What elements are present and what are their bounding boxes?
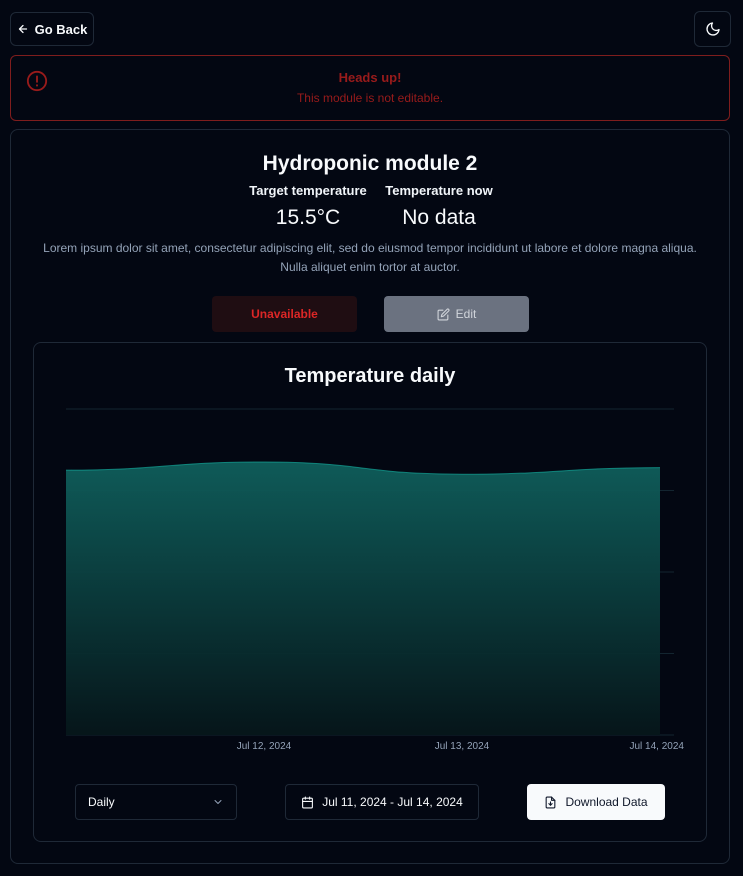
edit-label: Edit xyxy=(455,307,477,321)
range-select[interactable]: Daily xyxy=(75,784,237,820)
go-back-label: Go Back xyxy=(34,21,88,37)
x-tick-label: Jul 12, 2024 xyxy=(237,741,292,752)
edit-icon xyxy=(437,307,450,320)
current-temperature-value: No data xyxy=(402,206,476,229)
arrow-left-icon xyxy=(18,24,27,34)
temperature-chart: Jul 12, 2024 Jul 13, 2024 Jul 14, 2024 xyxy=(65,408,685,752)
date-range-value: Jul 11, 2024 - Jul 14, 2024 xyxy=(322,795,463,809)
unavailable-label: Unavailable xyxy=(251,307,318,321)
moon-icon xyxy=(705,22,720,36)
x-tick-label: Jul 13, 2024 xyxy=(435,741,490,752)
go-back-button[interactable]: Go Back xyxy=(10,12,94,46)
current-temperature: Temperature now No data xyxy=(383,183,495,230)
module-card: Hydroponic module 2 Target temperature 1… xyxy=(10,129,730,864)
chevron-down-icon xyxy=(214,800,222,804)
x-tick-label: Jul 14, 2024 xyxy=(630,741,685,752)
target-temperature: Target temperature 15.5°C xyxy=(247,183,369,230)
calendar-icon xyxy=(302,796,314,808)
alert-description: This module is not editable. xyxy=(296,91,444,105)
edit-button[interactable]: Edit xyxy=(384,296,529,332)
current-temperature-label: Temperature now xyxy=(385,183,493,198)
alert-title: Heads up! xyxy=(338,70,402,85)
module-title: Hydroponic module 2 xyxy=(262,152,478,175)
temperature-area xyxy=(66,461,660,735)
temperature-chart-card: Temperature daily Jul 12, 2024 Jul 13, 20… xyxy=(33,342,707,842)
theme-toggle-button[interactable] xyxy=(694,11,731,47)
range-select-value: Daily xyxy=(88,795,115,809)
file-download-icon xyxy=(546,796,556,808)
module-description: Lorem ipsum dolor sit amet, consectetur … xyxy=(43,241,697,274)
date-range-picker[interactable]: Jul 11, 2024 - Jul 14, 2024 xyxy=(285,784,479,820)
unavailable-button[interactable]: Unavailable xyxy=(212,296,357,332)
target-temperature-label: Target temperature xyxy=(249,183,367,198)
download-data-label: Download Data xyxy=(565,795,648,809)
alert-banner: Heads up! This module is not editable. xyxy=(10,55,730,121)
target-temperature-value: 15.5°C xyxy=(275,206,341,229)
download-data-button[interactable]: Download Data xyxy=(527,784,665,820)
